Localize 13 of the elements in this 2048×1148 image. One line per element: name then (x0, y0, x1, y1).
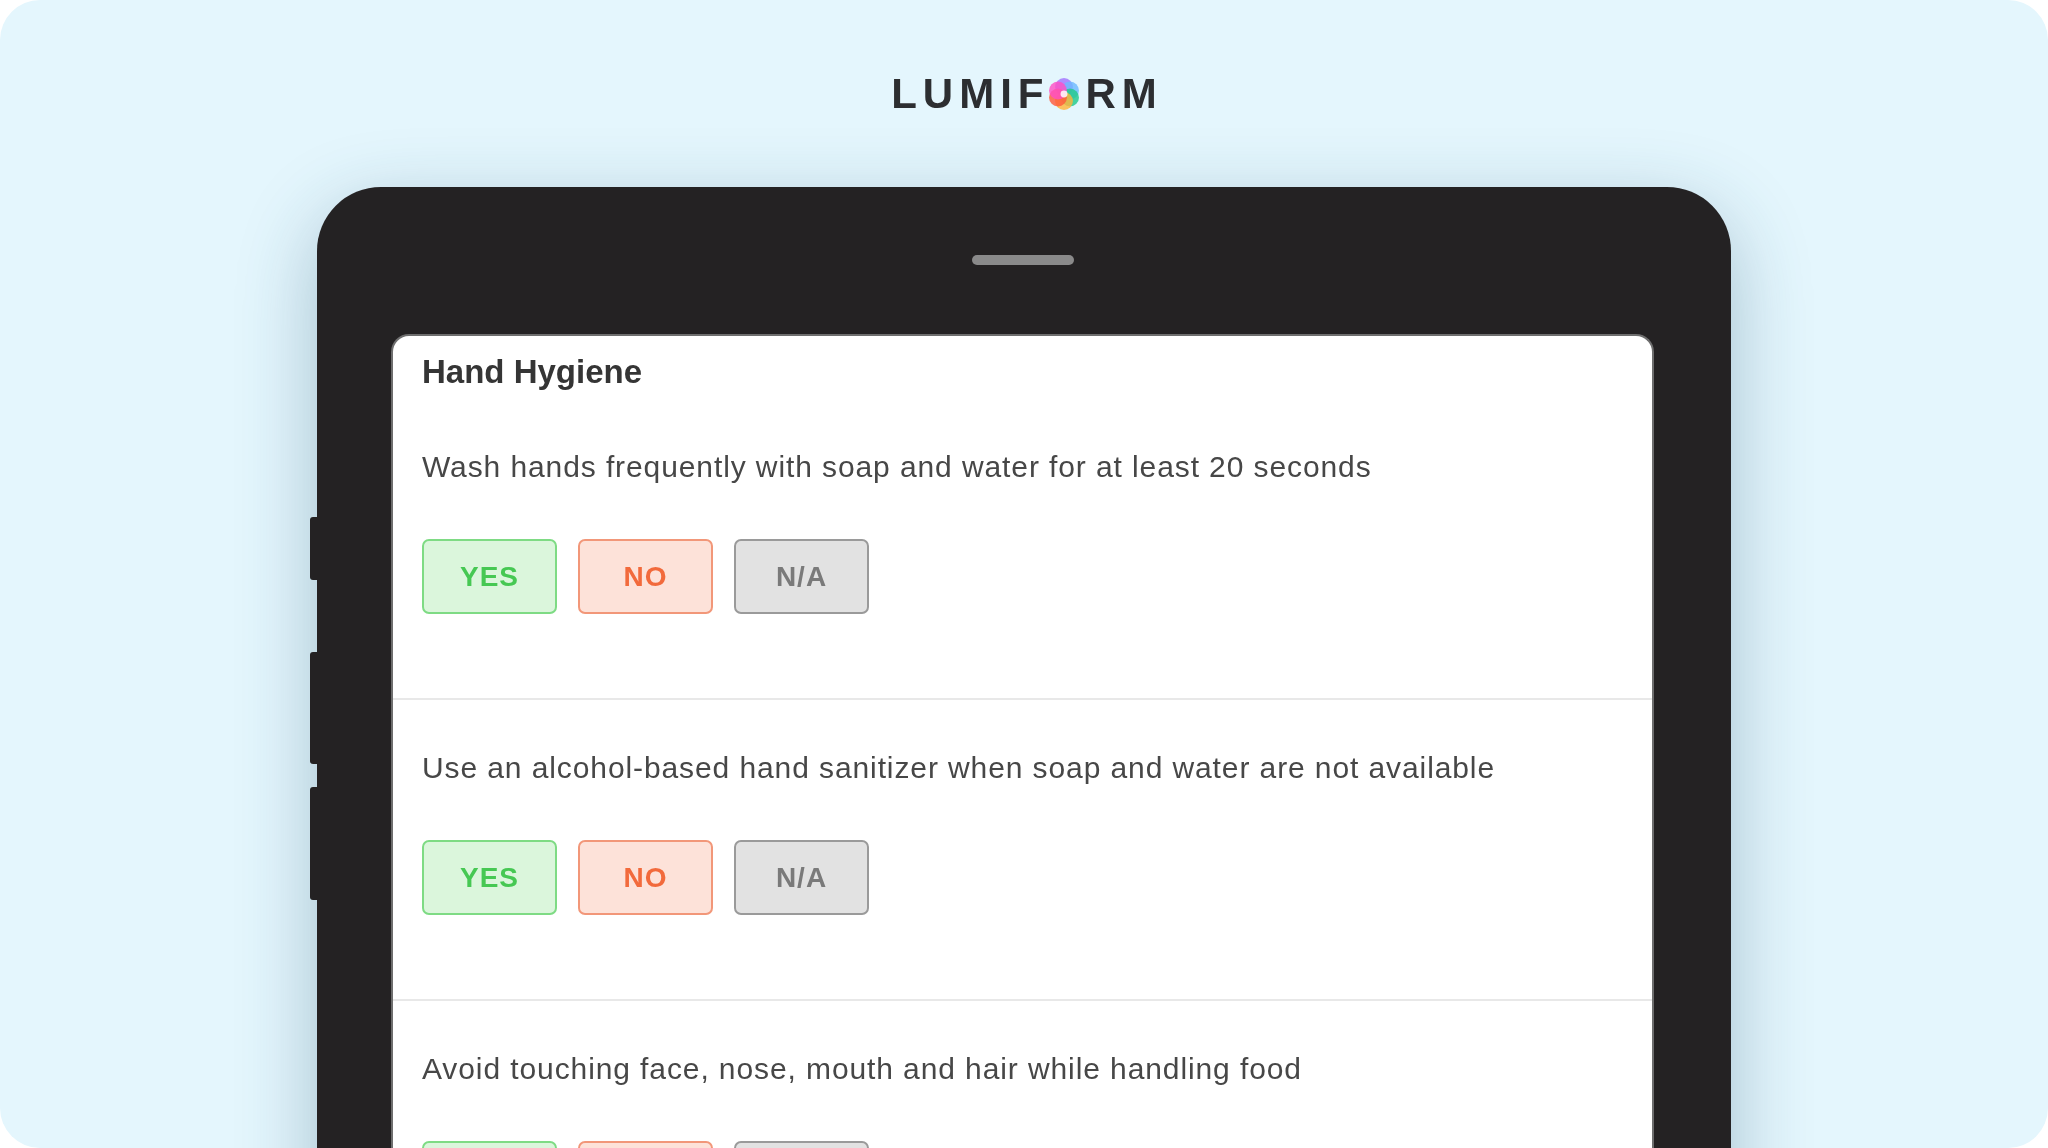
answer-button[interactable]: YES (422, 840, 557, 915)
answer-button[interactable]: NO (578, 840, 713, 915)
answer-button[interactable]: NO (578, 539, 713, 614)
answer-button[interactable]: N/A (734, 539, 869, 614)
question-text: Wash hands frequently with soap and water for at least 20 seconds (422, 449, 1373, 485)
flower-logo-icon (1049, 77, 1080, 110)
logo-text: RM (1085, 72, 1163, 115)
answer-button[interactable]: N/A (734, 840, 869, 915)
question-text: Avoid touching face, nose, mouth and hair while handling food (422, 1051, 1303, 1087)
logo-text: LUMIF (891, 72, 1050, 115)
question-text: Use an alcohol-based hand sanitizer when soap and water are not available (422, 750, 1496, 786)
section-title: Hand Hygiene (421, 352, 644, 391)
answer-button[interactable]: YES (422, 539, 557, 614)
